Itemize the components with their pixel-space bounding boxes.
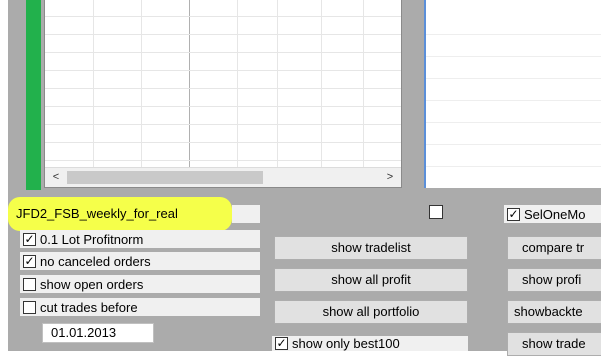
scroll-right-button[interactable]: > — [381, 168, 399, 187]
checkbox[interactable]: ✓ — [507, 207, 520, 221]
grid-row-line — [45, 34, 401, 35]
option-lot-profitnorm[interactable]: ✓ 0.1 Lot Profitnorm — [20, 230, 260, 248]
results-grid[interactable]: < > — [44, 0, 402, 188]
checkbox[interactable]: ✓ — [275, 337, 288, 350]
show-backtest-button[interactable]: showbackte — [507, 300, 601, 324]
grid-row-line — [426, 144, 601, 145]
checkbox[interactable]: ✓ — [23, 232, 36, 246]
checkbox[interactable] — [23, 300, 36, 314]
show-tradelist-button[interactable]: show tradelist — [274, 236, 468, 260]
checkbox[interactable] — [23, 277, 36, 291]
option-label: SelOneMo — [524, 206, 586, 222]
show-trades-button[interactable]: show trade — [507, 332, 601, 356]
grid-row-line — [45, 16, 401, 17]
grid-row-line — [426, 100, 601, 101]
grid-row-line — [426, 166, 601, 167]
grid-row-line — [426, 56, 601, 57]
option-no-canceled-orders[interactable]: ✓ no canceled orders — [20, 252, 260, 270]
strategy-name-field[interactable]: JFD2_FSB_weekly_for_real — [12, 205, 260, 223]
chart-area[interactable] — [424, 0, 601, 188]
option-show-open-orders[interactable]: show open orders — [20, 275, 260, 293]
grid-row-line — [45, 52, 401, 53]
option-selonemo[interactable]: ✓ SelOneMo — [504, 205, 601, 223]
scroll-thumb[interactable] — [67, 171, 263, 184]
grid-row-line — [45, 142, 401, 143]
scroll-left-button[interactable]: < — [47, 168, 65, 187]
strategy-name-field-tail — [232, 205, 260, 223]
option-label: show only best100 — [292, 336, 400, 351]
grid-row-line — [426, 78, 601, 79]
status-color-bar — [26, 0, 41, 190]
unlabeled-checkbox[interactable] — [429, 205, 443, 219]
grid-row-line — [426, 34, 601, 35]
option-label: 0.1 Lot Profitnorm — [40, 231, 144, 247]
grid-row-line — [45, 106, 401, 107]
compare-button[interactable]: compare tr — [507, 236, 601, 260]
checkbox[interactable]: ✓ — [23, 254, 36, 268]
option-label: cut trades before — [40, 299, 138, 315]
option-cut-trades-before[interactable]: cut trades before — [20, 298, 260, 316]
show-all-profit-button[interactable]: show all profit — [274, 268, 468, 292]
grid-row-line — [45, 124, 401, 125]
option-show-only-best100[interactable]: ✓ show only best100 — [272, 336, 468, 351]
show-profit-button[interactable]: show profi — [507, 268, 601, 292]
grid-row-line — [45, 70, 401, 71]
grid-row-line — [426, 122, 601, 123]
option-label: show open orders — [40, 276, 144, 292]
grid-row-line — [45, 88, 401, 89]
show-all-portfolio-button[interactable]: show all portfolio — [274, 300, 468, 324]
grid-row-line — [45, 160, 401, 161]
horizontal-scrollbar[interactable]: < > — [45, 167, 401, 187]
cut-date-field[interactable]: 01.01.2013 — [42, 323, 154, 343]
option-label: no canceled orders — [40, 253, 151, 269]
